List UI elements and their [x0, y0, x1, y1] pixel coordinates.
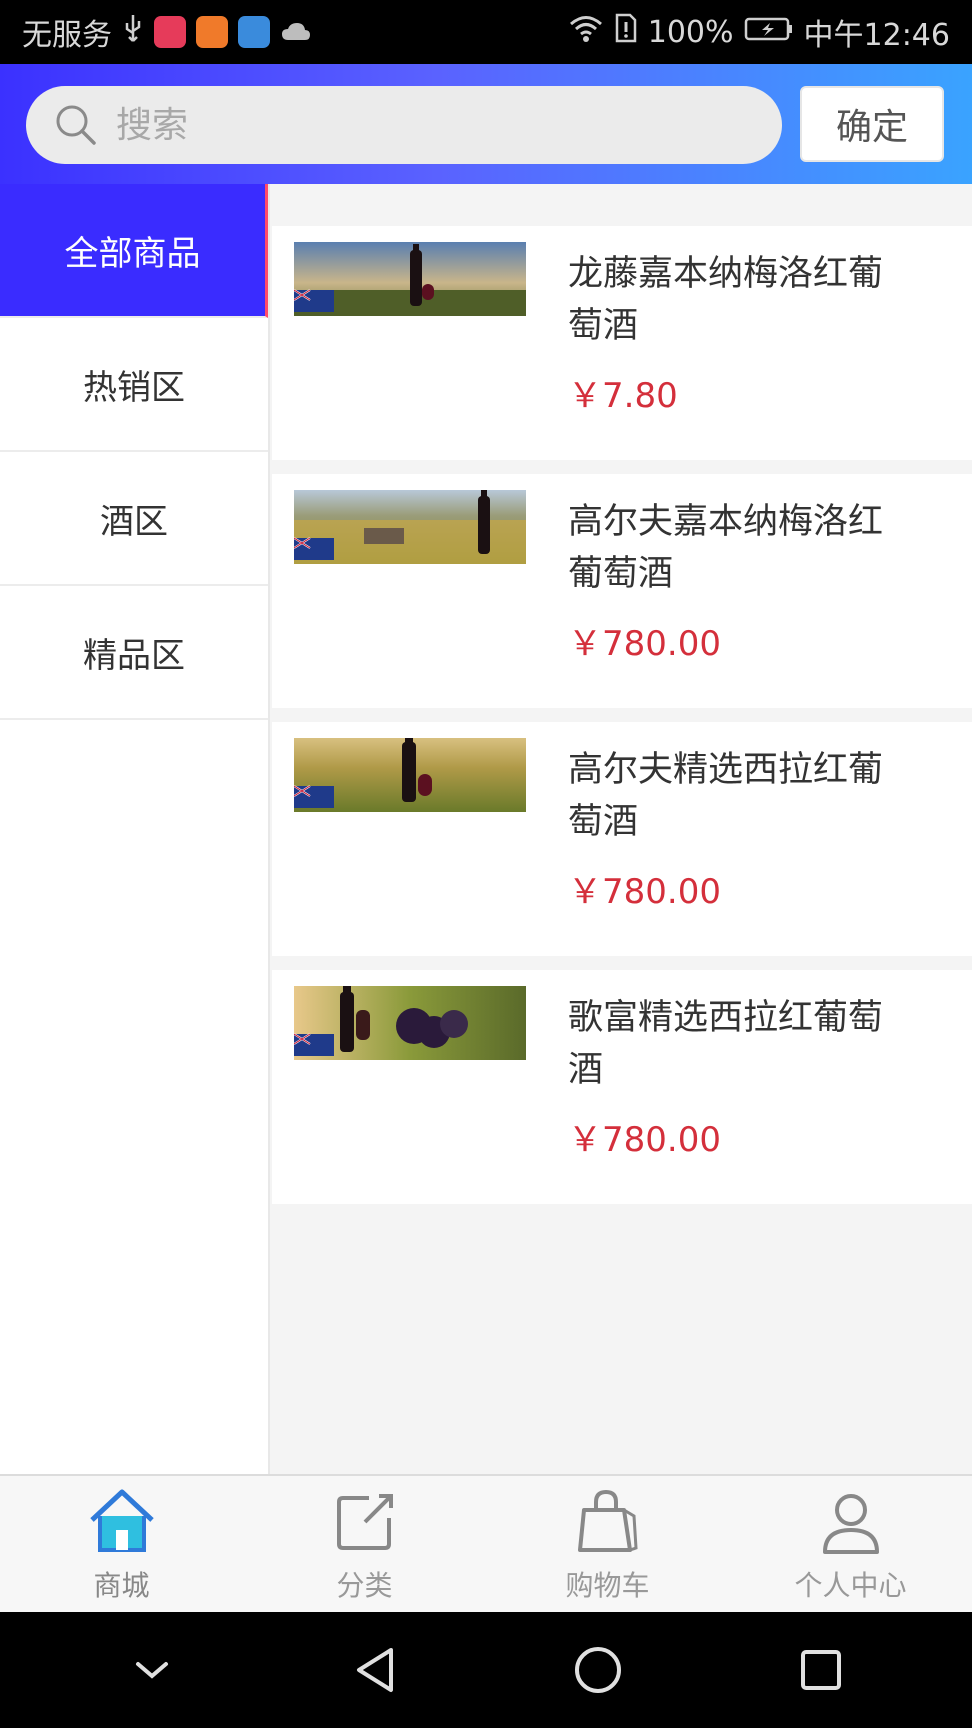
chevron-down-icon: [135, 1662, 168, 1679]
collapse-button[interactable]: [122, 1640, 182, 1700]
product-card[interactable]: 龙藤嘉本纳梅洛红葡萄酒 ￥7.80: [272, 226, 972, 460]
product-image[interactable]: [294, 490, 526, 564]
home-circle-icon: [574, 1647, 621, 1693]
nav-item-cart[interactable]: 购物车: [486, 1476, 729, 1612]
browser-app-icon: [238, 16, 270, 48]
product-list: 龙藤嘉本纳梅洛红葡萄酒 ￥7.80 高尔夫嘉本纳梅洛红葡萄酒 ￥780.00 高…: [272, 184, 972, 1474]
sidebar-item-premium[interactable]: 精品区: [0, 586, 268, 720]
nav-label-category: 分类: [336, 1569, 393, 1602]
back-triangle-icon: [356, 1648, 393, 1692]
product-name: 高尔夫嘉本纳梅洛红葡萄酒: [568, 502, 884, 594]
product-image[interactable]: [294, 242, 526, 316]
shopping-bag-icon: [572, 1486, 644, 1558]
product-image[interactable]: [294, 986, 526, 1060]
carrier-text: 无服务: [22, 18, 112, 53]
sidebar-item-all[interactable]: 全部商品: [0, 184, 268, 318]
product-name: 高尔夫精选西拉红葡萄酒: [568, 750, 884, 842]
video-app-icon: [196, 16, 228, 48]
wifi-icon: [568, 13, 604, 51]
product-price: ￥7.80: [568, 376, 678, 416]
product-card[interactable]: 高尔夫嘉本纳梅洛红葡萄酒 ￥780.00: [272, 474, 972, 708]
product-name: 歌富精选西拉红葡萄酒: [568, 998, 884, 1090]
product-image[interactable]: [294, 738, 526, 812]
product-name: 龙藤嘉本纳梅洛红葡萄酒: [568, 254, 884, 346]
nav-label-profile: 个人中心: [794, 1569, 907, 1602]
status-bar: 无服务 100% 中午12:46: [0, 0, 972, 64]
category-sidebar: 全部商品 热销区 酒区 精品区: [0, 184, 270, 1474]
product-card[interactable]: 高尔夫精选西拉红葡萄酒 ￥780.00: [272, 722, 972, 956]
cloud-icon: [280, 15, 312, 50]
search-icon: [54, 103, 98, 147]
battery-percent: 100%: [647, 14, 734, 50]
shop-app-icon: [154, 16, 186, 48]
nav-item-profile[interactable]: 个人中心: [729, 1476, 972, 1612]
nav-item-home[interactable]: 商城: [0, 1476, 243, 1612]
product-price: ￥780.00: [568, 1120, 721, 1160]
nav-item-category[interactable]: 分类: [243, 1476, 486, 1612]
status-left: 无服务: [22, 10, 312, 54]
product-price: ￥780.00: [568, 624, 721, 664]
nav-label-home: 商城: [93, 1569, 150, 1602]
clock-text: 中午12:46: [803, 18, 950, 53]
sidebar-item-wine[interactable]: 酒区: [0, 452, 268, 586]
battery-icon: [744, 15, 794, 50]
confirm-button[interactable]: 确定: [800, 86, 944, 162]
home-icon: [86, 1486, 158, 1558]
status-right: 100% 中午12:46: [568, 10, 950, 54]
home-button[interactable]: [568, 1640, 628, 1700]
product-card[interactable]: 歌富精选西拉红葡萄酒 ￥780.00: [272, 970, 972, 1204]
header: 确定: [0, 64, 972, 184]
back-button[interactable]: [345, 1640, 405, 1700]
product-price: ￥780.00: [568, 872, 721, 912]
usb-icon: [122, 13, 144, 52]
category-icon: [329, 1486, 401, 1558]
bottom-nav: 商城 分类 购物车 个人中心: [0, 1474, 972, 1612]
recents-button[interactable]: [791, 1640, 851, 1700]
search-box[interactable]: [26, 86, 782, 164]
recents-square-icon: [800, 1650, 841, 1690]
user-icon: [815, 1486, 887, 1558]
sidebar-item-hot[interactable]: 热销区: [0, 318, 268, 452]
search-input[interactable]: [116, 104, 736, 146]
system-nav-bar: [0, 1612, 972, 1728]
nav-label-cart: 购物车: [565, 1569, 650, 1602]
sim-alert-icon: [614, 12, 638, 52]
